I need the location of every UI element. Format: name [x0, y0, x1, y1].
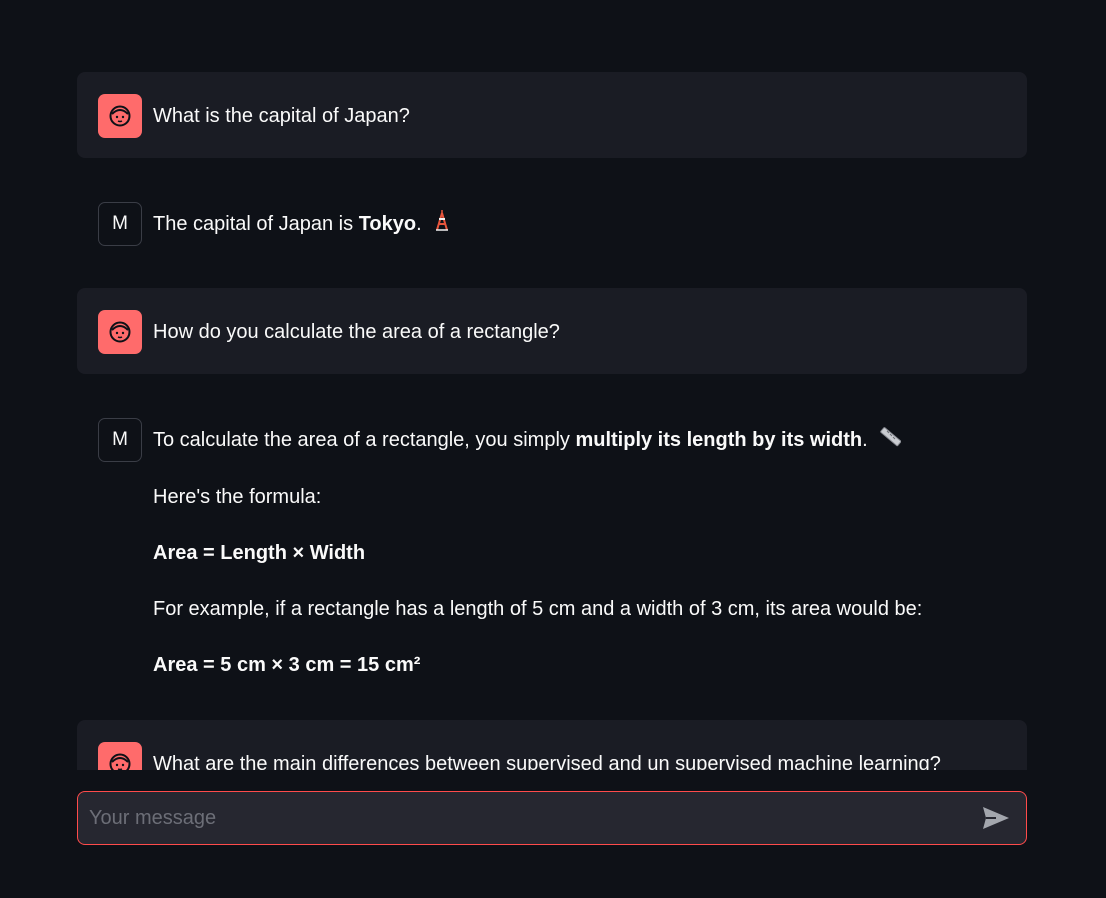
user-avatar: [98, 310, 142, 354]
user-message: What is the capital of Japan?: [77, 72, 1027, 158]
assistant-avatar: M: [98, 202, 142, 246]
user-avatar: [98, 742, 142, 770]
chat-history: What is the capital of Japan? M The capi…: [0, 0, 1106, 770]
user-message: What are the main differences between su…: [77, 720, 1027, 770]
user-face-icon: [109, 753, 131, 770]
user-avatar: [98, 94, 142, 138]
assistant-avatar: M: [98, 418, 142, 462]
assistant-message: M To calculate the area of a rectangle, …: [77, 396, 1027, 702]
send-button[interactable]: [976, 798, 1016, 838]
tokyo-tower-icon: [433, 209, 451, 240]
message-text-part: The capital of Japan is: [153, 213, 359, 235]
message-paragraph: Area = Length × Width: [153, 538, 922, 568]
chat-input-container: [77, 791, 1027, 845]
message-text: What is the capital of Japan?: [153, 105, 410, 127]
message-text-part: .: [416, 213, 422, 235]
send-icon: [983, 807, 1009, 829]
user-face-icon: [109, 321, 131, 343]
message-text: How do you calculate the area of a recta…: [153, 321, 560, 343]
message-paragraph: Area = 5 cm × 3 cm = 15 cm²: [153, 650, 922, 680]
user-face-icon: [109, 105, 131, 127]
message-bold-text: Tokyo: [358, 213, 417, 235]
message-text: The capital of Japan is Tokyo.: [153, 202, 451, 240]
ruler-icon: [879, 425, 902, 456]
formula-text: Area = 5 cm × 3 cm = 15 cm²: [153, 654, 421, 677]
chat-input[interactable]: [78, 805, 976, 831]
message-text-part: To calculate the area of a rectangle, yo…: [153, 429, 576, 451]
message-paragraph: To calculate the area of a rectangle, yo…: [153, 425, 922, 456]
message-paragraph: Here's the formula:: [153, 486, 322, 509]
message-bold-text: multiply its length by its width: [575, 429, 863, 451]
assistant-message: M The capital of Japan is Tokyo.: [77, 180, 1027, 268]
formula-text: Area = Length × Width: [153, 542, 366, 565]
message-text-part: .: [862, 429, 868, 451]
message-text: What are the main differences between su…: [153, 753, 941, 770]
user-message: How do you calculate the area of a recta…: [77, 288, 1027, 374]
message-text: To calculate the area of a rectangle, yo…: [153, 418, 922, 680]
message-paragraph: For example, if a rectangle has a length…: [153, 598, 923, 621]
